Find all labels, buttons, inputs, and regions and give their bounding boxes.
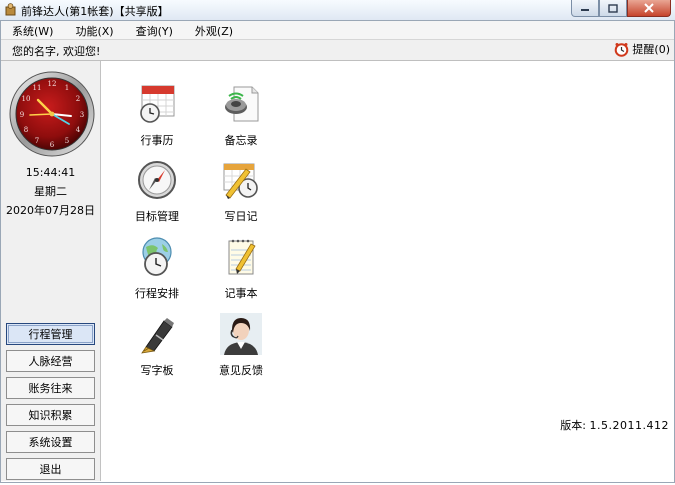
app-wordpad[interactable]: 写字板 (122, 313, 192, 378)
svg-text:10: 10 (22, 95, 31, 103)
memo-speaker-icon (225, 86, 259, 122)
maximize-button[interactable] (599, 0, 627, 17)
welcome-bar: 您的名字, 欢迎您! 提醒(0) (1, 40, 674, 61)
app-goal-management-label: 目标管理 (135, 210, 179, 223)
nav-accounts-button[interactable]: 账务往来 (6, 377, 95, 399)
svg-text:9: 9 (20, 111, 24, 119)
app-memo[interactable]: 备忘录 (206, 83, 276, 148)
nav-exit-button[interactable]: 退出 (6, 458, 95, 480)
svg-text:8: 8 (24, 126, 28, 134)
support-agent-photo-icon (220, 313, 262, 355)
nav-contacts-button[interactable]: 人脉经营 (6, 350, 95, 372)
diary-pencil-clock-icon (223, 163, 258, 199)
svg-text:12: 12 (48, 80, 57, 88)
reminder-label: 提醒(0) (632, 43, 670, 56)
app-schedule-label: 行程安排 (135, 287, 179, 300)
calendar-clock-icon (140, 85, 175, 123)
clock-date: 2020年07月28日 (6, 204, 95, 217)
clock-time: 15:44:41 (25, 166, 76, 179)
close-button[interactable] (627, 0, 671, 17)
app-notepad-label: 记事本 (224, 287, 258, 300)
version-label: 版本: (560, 419, 587, 432)
reminder-button[interactable]: 提醒(0) (614, 41, 670, 57)
clock-weekday: 星期二 (34, 185, 67, 198)
svg-text:5: 5 (65, 137, 69, 145)
menu-bar: 系统(W) 功能(X) 查询(Y) 外观(Z) (1, 21, 674, 40)
minimize-icon (581, 9, 589, 11)
app-calendar[interactable]: 行事历 (122, 83, 192, 148)
compass-icon (138, 161, 176, 199)
nav-itinerary-management-button[interactable]: 行程管理 (6, 323, 95, 345)
main-window: 系统(W) 功能(X) 查询(Y) 外观(Z) 您的名字, 欢迎您! 提醒(0) (0, 20, 675, 483)
app-feedback[interactable]: 意见反馈 (206, 313, 276, 378)
svg-text:11: 11 (33, 84, 42, 92)
svg-text:6: 6 (50, 141, 55, 149)
app-logo-icon (5, 3, 16, 16)
title-bar[interactable]: 前锋达人(第1帐套)【共享版】 (0, 0, 675, 20)
svg-text:4: 4 (76, 126, 81, 134)
fountain-pen-icon (141, 318, 174, 354)
svg-text:1: 1 (65, 84, 69, 92)
version-info: 版本: 1.5.2011.412 (560, 417, 669, 433)
app-diary[interactable]: 写日记 (206, 159, 276, 224)
welcome-text: 您的名字, 欢迎您! (12, 45, 101, 58)
nav-panel: 行程管理 人脉经营 账务往来 知识积累 系统设置 退出 (6, 323, 95, 485)
alarm-clock-icon (615, 42, 629, 57)
app-diary-label: 写日记 (224, 210, 258, 223)
app-schedule[interactable]: 行程安排 (122, 236, 192, 301)
close-icon (644, 3, 654, 13)
app-calendar-label: 行事历 (140, 134, 174, 147)
app-notepad[interactable]: 记事本 (206, 236, 276, 301)
analog-clock: 12 12 3 45 6 78 9 1011 (9, 71, 95, 157)
maximize-icon (608, 3, 618, 13)
app-wordpad-label: 写字板 (140, 364, 174, 377)
app-grid: 行事历 备忘录 目标管理 写日记 行程安排 记事本 写字板 意见反馈 版本: 1… (101, 61, 674, 481)
app-goal-management[interactable]: 目标管理 (122, 159, 192, 224)
minimize-button[interactable] (571, 0, 599, 17)
clock-info: 15:44:41 星期二 2020年07月28日 (1, 163, 100, 220)
sidebar: 12 1 2 3 45 6 78 9 10 11 15:44:41 星期二 2020年07月… (1, 61, 101, 481)
svg-text:3: 3 (80, 111, 84, 119)
globe-clock-icon (142, 237, 172, 276)
menu-system[interactable]: 系统(W) (1, 21, 64, 39)
notepad-pencil-icon (228, 239, 256, 275)
menu-function[interactable]: 功能(X) (64, 21, 124, 39)
menu-query[interactable]: 查询(Y) (125, 21, 184, 39)
nav-knowledge-button[interactable]: 知识积累 (6, 404, 95, 426)
app-memo-label: 备忘录 (224, 134, 258, 147)
window-title: 前锋达人(第1帐套)【共享版】 (21, 5, 169, 18)
app-feedback-label: 意见反馈 (219, 364, 263, 377)
menu-appearance[interactable]: 外观(Z) (184, 21, 244, 39)
svg-text:7: 7 (35, 137, 39, 145)
version-value: 1.5.2011.412 (589, 419, 669, 432)
nav-settings-button[interactable]: 系统设置 (6, 431, 95, 453)
svg-text:2: 2 (76, 95, 80, 103)
